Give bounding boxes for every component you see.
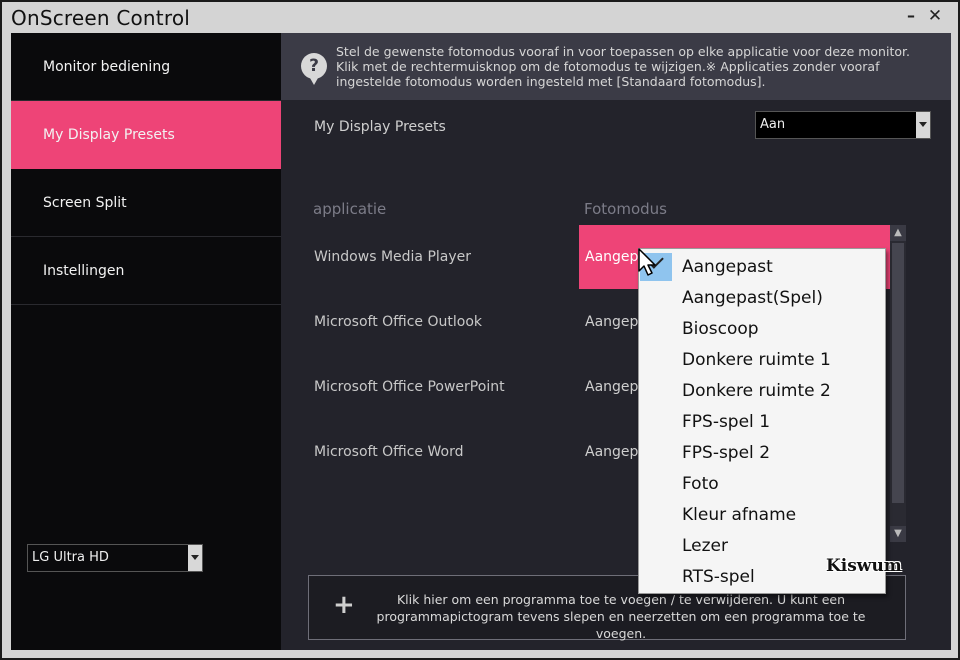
- dropdown-option[interactable]: FPS-spel 2: [639, 438, 885, 469]
- sidebar-item-monitor-bediening[interactable]: Monitor bediening: [11, 33, 281, 101]
- dropdown-option[interactable]: FPS-spel 1: [639, 407, 885, 438]
- scroll-down-icon[interactable]: ▼: [890, 526, 906, 542]
- dropdown-option[interactable]: Foto: [639, 469, 885, 500]
- sidebar-item-my-display-presets[interactable]: My Display Presets: [11, 101, 281, 169]
- dropdown-option[interactable]: Aangepast(Spel): [639, 283, 885, 314]
- info-bar: ? Stel de gewenste fotomodus vooraf in v…: [281, 33, 951, 100]
- title-bar[interactable]: OnScreen Control – ✕: [2, 2, 958, 34]
- help-icon: ?: [301, 53, 327, 85]
- dropdown-option[interactable]: Aangepast: [639, 252, 885, 283]
- mouse-pointer-icon: [638, 248, 656, 276]
- dropdown-option[interactable]: Donkere ruimte 1: [639, 345, 885, 376]
- dropdown-option[interactable]: Kleur afname: [639, 500, 885, 531]
- sidebar-item-screen-split[interactable]: Screen Split: [11, 169, 281, 237]
- chevron-down-icon[interactable]: [188, 545, 202, 571]
- watermark: Kiswum: [826, 556, 902, 576]
- dropdown-option[interactable]: Donkere ruimte 2: [639, 376, 885, 407]
- close-button[interactable]: ✕: [923, 4, 947, 28]
- table-row-app[interactable]: Microsoft Office Outlook: [314, 314, 482, 330]
- presets-label: My Display Presets: [314, 119, 446, 135]
- add-program-text: Klik hier om een programma toe te voegen…: [376, 592, 866, 641]
- table-scrollbar[interactable]: ▲ ▼: [890, 225, 906, 542]
- presets-toggle-select[interactable]: Aan: [755, 111, 931, 139]
- sidebar-item-instellingen[interactable]: Instellingen: [11, 237, 281, 305]
- app-title: OnScreen Control: [11, 6, 191, 30]
- scroll-thumb[interactable]: [892, 243, 904, 503]
- column-header-mode: Fotomodus: [584, 200, 667, 218]
- table-row-app[interactable]: Microsoft Office PowerPoint: [314, 379, 505, 395]
- monitor-select-value: LG Ultra HD: [32, 550, 109, 565]
- presets-select-value: Aan: [760, 117, 786, 132]
- info-text: Stel de gewenste fotomodus vooraf in voo…: [336, 44, 910, 89]
- scroll-up-icon[interactable]: ▲: [890, 225, 906, 241]
- table-row-app[interactable]: Windows Media Player: [314, 249, 471, 265]
- column-header-app: applicatie: [313, 200, 387, 218]
- monitor-select[interactable]: LG Ultra HD: [27, 544, 203, 572]
- sidebar: Monitor bediening My Display Presets Scr…: [11, 33, 281, 650]
- mode-dropdown-list: Aangepast Aangepast(Spel) Bioscoop Donke…: [638, 248, 886, 594]
- table-row-app[interactable]: Microsoft Office Word: [314, 444, 463, 460]
- minimize-button[interactable]: –: [899, 4, 923, 28]
- dropdown-option[interactable]: Bioscoop: [639, 314, 885, 345]
- chevron-down-icon[interactable]: [916, 112, 930, 138]
